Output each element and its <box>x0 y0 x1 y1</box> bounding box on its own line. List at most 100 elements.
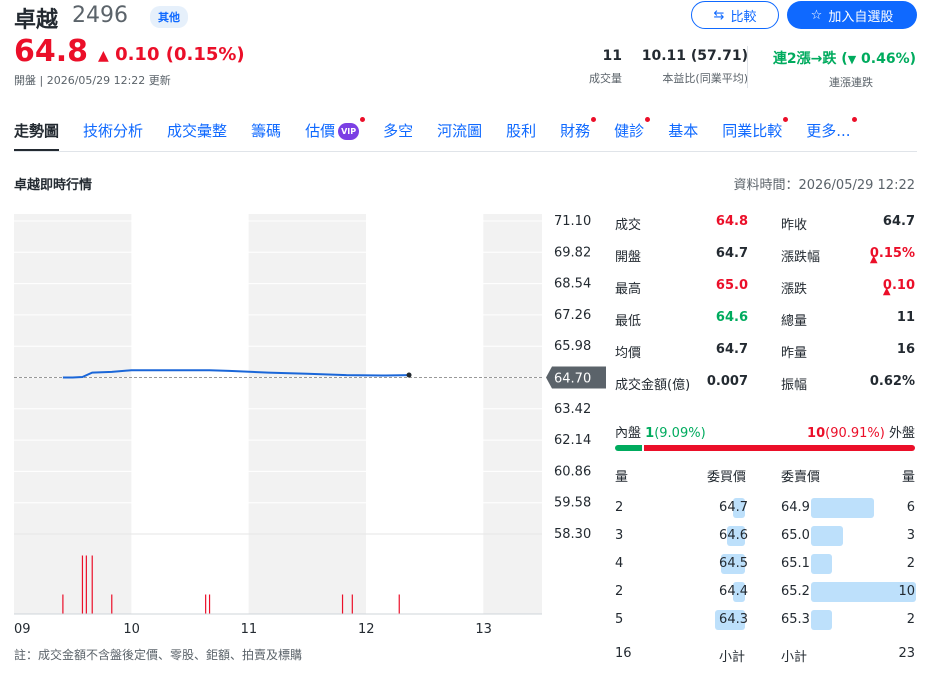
quote-label: 總量 <box>781 314 808 329</box>
header-bid-qty: 量 <box>615 470 629 485</box>
quote-label: 振幅 <box>781 378 808 393</box>
ask-volume-bar <box>811 610 832 630</box>
category-tag[interactable]: 其他 <box>150 6 188 28</box>
tab-label: 多空 <box>383 122 414 140</box>
ask-volume-bar <box>811 526 843 546</box>
y-tick-label: 58.30 <box>554 527 591 542</box>
stat-volume-label: 成交量 <box>589 72 622 85</box>
ask-price[interactable]: 65.2 <box>781 584 810 599</box>
section-title: 卓越即時行情 <box>14 178 93 193</box>
orderbook-row: 2 64.7 64.9 6 <box>615 494 915 522</box>
ask-price[interactable]: 65.0 <box>781 528 810 543</box>
ask-qty[interactable]: 2 <box>875 556 915 571</box>
ask-volume-bar <box>811 554 832 574</box>
outer-label: 外盤 <box>888 426 915 441</box>
shaded-hour-band <box>14 214 132 614</box>
tab-8[interactable]: 財務 <box>560 117 597 151</box>
tab-10[interactable]: 基本 <box>668 120 698 151</box>
orderbook-row: 4 64.5 65.1 2 <box>615 550 915 578</box>
tab-label: 基本 <box>668 122 699 140</box>
ask-price[interactable]: 64.9 <box>781 500 810 515</box>
tab-0[interactable]: 走勢圖 <box>14 120 60 151</box>
notification-dot <box>591 117 597 122</box>
bid-qty[interactable]: 3 <box>615 528 623 543</box>
bid-price[interactable]: 64.4 <box>715 584 748 599</box>
quote-label: 漲跌幅 <box>781 250 821 265</box>
header-ask-qty: 量 <box>901 470 915 485</box>
quote-row: 成交 64.8 昨收 64.7 <box>615 206 915 238</box>
tab-label: 估價 <box>305 122 336 140</box>
notification-dot <box>360 117 366 122</box>
bid-price[interactable]: 64.3 <box>715 612 748 627</box>
quote-row: 最低 64.6 總量 11 <box>615 302 915 334</box>
ask-qty[interactable]: 2 <box>875 612 915 627</box>
quote-label: 最低 <box>615 314 642 329</box>
notification-dot <box>783 117 789 122</box>
x-tick-label: 12 <box>358 622 375 637</box>
shaded-hour-band <box>483 214 542 614</box>
tab-3[interactable]: 籌碼 <box>251 120 281 151</box>
reference-price-label: 64.70 <box>554 372 591 387</box>
outer-pct: (90.91%) <box>825 426 885 441</box>
tab-label: 更多... <box>806 122 851 140</box>
tab-5[interactable]: 多空 <box>383 120 413 151</box>
quote-label: 成交 <box>615 218 642 233</box>
header-ask-price: 委賣價 <box>781 470 821 485</box>
ask-price[interactable]: 65.1 <box>781 556 810 571</box>
divider <box>747 46 748 88</box>
streak-text: 連2漲→跌 ( <box>772 51 848 67</box>
orderbook-row: 5 64.3 65.3 2 <box>615 606 915 634</box>
tab-6[interactable]: 河流圖 <box>437 120 482 151</box>
ask-price[interactable]: 65.3 <box>781 612 810 627</box>
tab-label: 同業比較 <box>722 122 783 140</box>
total-bid: 16 <box>615 646 632 661</box>
footnote: 註：成交金額不含盤後定價、零股、鉅額、拍賣及標購 <box>14 648 303 662</box>
intraday-chart[interactable]: 71.10 69.82 68.54 67.26 65.98 63.42 62.14 60.86… <box>14 208 614 638</box>
tab-11[interactable]: 同業比較 <box>722 117 789 151</box>
quote-value: 16 <box>845 342 915 357</box>
price-change-value: 0.10 (0.15%) <box>115 44 245 65</box>
ask-qty[interactable]: 6 <box>875 500 915 515</box>
total-bid-label: 小計 <box>719 650 746 665</box>
tab-label: 財務 <box>560 122 591 140</box>
bid-qty[interactable]: 5 <box>615 612 623 627</box>
streak-change: 0.46%) <box>861 51 916 67</box>
quote-value-text: 64.7 <box>882 214 915 229</box>
tab-label: 技術分析 <box>83 122 144 140</box>
quote-value: ▲ 0.15% <box>845 246 915 265</box>
tab-4[interactable]: 估價 VIP <box>305 117 366 151</box>
stat-volume-value: 11 <box>602 48 622 64</box>
bid-price[interactable]: 64.6 <box>715 528 748 543</box>
y-tick-label: 63.42 <box>554 402 591 417</box>
tab-7[interactable]: 股利 <box>506 120 536 151</box>
ask-volume-bar <box>811 498 874 518</box>
orderbook-row: 2 64.4 65.2 10 <box>615 578 916 606</box>
quote-label: 最高 <box>615 282 642 297</box>
quote-row: 成交金額(億) 0.007 振幅 0.62% <box>615 366 915 398</box>
tab-1[interactable]: 技術分析 <box>83 120 143 151</box>
bid-qty[interactable]: 2 <box>615 584 623 599</box>
outer-group: 10(90.91%) 外盤 <box>807 422 915 441</box>
ask-qty[interactable]: 3 <box>875 528 915 543</box>
star-icon: ☆ <box>810 7 823 23</box>
up-triangle-icon: ▲ <box>882 286 891 297</box>
price-change: ▲ 0.10 (0.15%) <box>98 44 245 65</box>
tab-2[interactable]: 成交彙整 <box>167 120 227 151</box>
y-tick-label: 69.82 <box>554 245 591 260</box>
bid-price[interactable]: 64.7 <box>715 500 748 515</box>
quote-value: 0.62% <box>845 374 915 389</box>
tab-label: 成交彙整 <box>167 122 228 140</box>
bid-qty[interactable]: 2 <box>615 500 623 515</box>
notification-dot <box>851 117 857 122</box>
tab-label: 河流圖 <box>437 122 483 140</box>
ask-qty[interactable]: 10 <box>875 584 915 599</box>
bid-price[interactable]: 64.5 <box>715 556 748 571</box>
add-watchlist-button[interactable]: ☆ 加入自選股 <box>787 1 917 29</box>
tab-bar: 走勢圖 技術分析 成交彙整 籌碼 估價 VIP 多空 河流圖 股利 財務 健診 基本 同業比較 更多... <box>14 117 875 151</box>
bid-qty[interactable]: 4 <box>615 556 623 571</box>
tab-9[interactable]: 健診 <box>614 117 651 151</box>
stock-name: 卓越 <box>14 8 59 33</box>
compare-button[interactable]: ⇆ 比較 <box>691 1 779 29</box>
quote-label: 漲跌 <box>781 282 808 297</box>
tab-12[interactable]: 更多... <box>806 117 857 151</box>
